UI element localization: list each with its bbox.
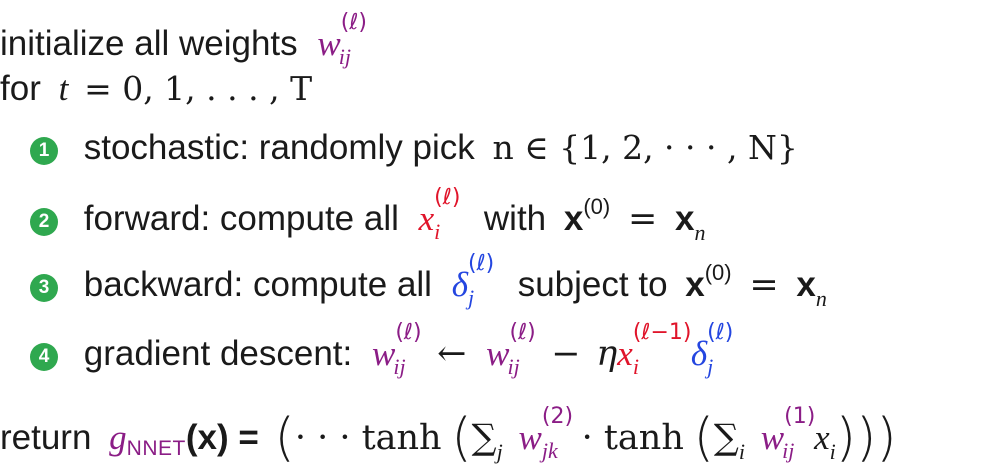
- step-4-label: gradient descent:: [83, 334, 353, 373]
- g-arg: (x) =: [185, 418, 259, 457]
- weight-lhs: w (ℓ) ij: [371, 320, 422, 379]
- delta-update-symbol: δ (ℓ) j: [690, 320, 734, 379]
- w1-symbol: w (1) ij: [760, 404, 816, 463]
- return-keyword: return: [0, 418, 92, 457]
- sum-j: ∑j: [471, 418, 503, 464]
- step-2-mid: with: [483, 199, 547, 238]
- paren-close-3: ): [835, 408, 857, 466]
- weight-symbol: w (ℓ) ij: [317, 10, 367, 69]
- step-1-bullet: 1: [30, 137, 58, 165]
- step-2-bullet: 2: [30, 208, 58, 236]
- step-4-bullet: 4: [30, 343, 58, 371]
- step-1-label: stochastic: randomly pick: [83, 128, 475, 167]
- g-symbol: gNNET: [109, 418, 186, 460]
- step-3-cond: x(0): [685, 260, 732, 304]
- x-prev-symbol: x (ℓ−1) i: [617, 320, 692, 379]
- sum-i: ∑i: [713, 418, 746, 464]
- step-3-rhs: xn: [796, 265, 827, 311]
- step-1-expr: n ∈ {1, 2, · · · , N}: [492, 128, 798, 167]
- init-text: initialize all weights: [0, 24, 298, 63]
- step-2-rhs: xn: [675, 199, 706, 245]
- return-line: return gNNET(x) = (· · · tanh (∑j w (2) jk…: [0, 404, 897, 465]
- delta-symbol: δ (ℓ) j: [451, 251, 495, 310]
- update-arrow: ←: [437, 334, 467, 374]
- paren-open-3: (: [693, 408, 714, 466]
- for-range: = 0, 1, . . . , T: [84, 69, 313, 108]
- step-3-label: backward: compute all: [83, 265, 432, 304]
- weight-rhs: w (ℓ) ij: [486, 320, 536, 379]
- dot-tanh: · tanh: [581, 418, 684, 458]
- step-4: 4 gradient descent: w (ℓ) ij ← w (ℓ) ij − ηx…: [30, 320, 734, 379]
- step-2-label: forward: compute all: [83, 199, 399, 238]
- for-keyword: for: [0, 69, 41, 108]
- x-i: xi: [814, 418, 836, 464]
- step-2-cond: x(0): [563, 194, 611, 238]
- paren-close-2: ): [856, 408, 877, 466]
- for-var: t: [58, 69, 69, 108]
- step-2: 2 forward: compute all x (ℓ) i with x(0) =…: [30, 185, 706, 245]
- x-layer-symbol: x (ℓ) i: [418, 185, 461, 244]
- minus-sign: −: [551, 334, 581, 374]
- init-line: initialize all weights w (ℓ) ij: [0, 10, 367, 69]
- step-2-eq: =: [627, 199, 658, 239]
- algorithm-slide: initialize all weights w (ℓ) ij for t = 0,…: [0, 0, 991, 466]
- paren-open-1: (: [274, 408, 295, 466]
- step-3: 3 backward: compute all δ (ℓ) j subject to…: [30, 251, 827, 311]
- step-3-mid: subject to: [517, 265, 668, 304]
- step-3-bullet: 3: [30, 274, 58, 302]
- step-1: 1 stochastic: randomly pick n ∈ {1, 2, ·…: [30, 130, 798, 165]
- paren-close-1: ): [876, 408, 897, 466]
- eta-symbol: η: [596, 334, 618, 374]
- w2-symbol: w (2) jk: [518, 404, 574, 463]
- dots-tanh: · · · tanh: [294, 418, 442, 458]
- step-3-eq: =: [749, 265, 779, 305]
- for-line: for t = 0, 1, . . . , T: [0, 71, 312, 106]
- paren-open-2: (: [451, 408, 472, 466]
